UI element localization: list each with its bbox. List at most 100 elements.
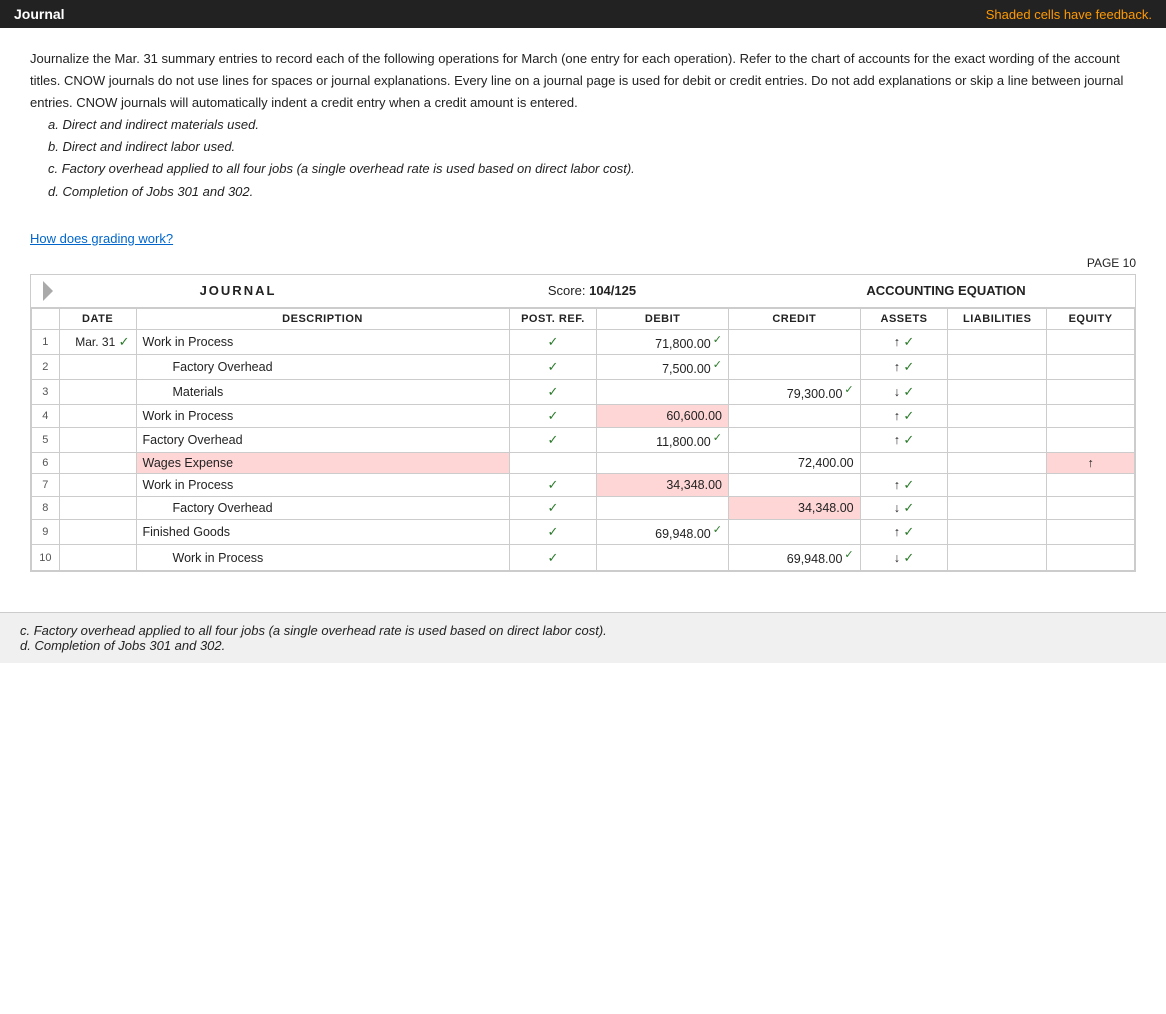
assets-check-icon: ✓ xyxy=(903,550,914,565)
table-row: 4Work in Process✓60,600.00↑ ✓ xyxy=(32,405,1135,428)
assets-arrow-icon: ↑ xyxy=(894,525,900,539)
assets-arrow-icon: ↓ xyxy=(894,501,900,515)
bottom-lines: c. Factory overhead applied to all four … xyxy=(20,623,1146,653)
row-assets: ↑ ✓ xyxy=(860,474,948,497)
journal-wrapper: JOURNAL Score: 104/125 ACCOUNTING EQUATI… xyxy=(30,274,1136,572)
row-description: Factory Overhead xyxy=(136,354,509,379)
assets-check-icon: ✓ xyxy=(903,359,914,374)
row-assets: ↓ ✓ xyxy=(860,497,948,520)
postref-check-icon: ✓ xyxy=(547,524,558,539)
row-number: 8 xyxy=(32,497,60,520)
assets-arrow-icon: ↑ xyxy=(894,409,900,423)
grading-link[interactable]: How does grading work? xyxy=(30,231,173,246)
debit-check-icon: ✓ xyxy=(713,359,722,371)
row-liabilities xyxy=(948,428,1047,453)
debit-check-icon: ✓ xyxy=(713,432,722,444)
bottom-line: c. Factory overhead applied to all four … xyxy=(20,623,1146,638)
assets-arrow-icon: ↑ xyxy=(894,478,900,492)
row-equity xyxy=(1047,329,1135,354)
row-credit xyxy=(728,354,860,379)
row-postref: ✓ xyxy=(509,428,597,453)
th-postref: POST. REF. xyxy=(509,308,597,329)
bottom-bar: c. Factory overhead applied to all four … xyxy=(0,612,1166,663)
assets-check-icon: ✓ xyxy=(903,384,914,399)
row-number: 10 xyxy=(32,545,60,570)
row-postref xyxy=(509,453,597,474)
row-postref: ✓ xyxy=(509,474,597,497)
row-date xyxy=(59,428,136,453)
assets-arrow-icon: ↓ xyxy=(894,551,900,565)
row-assets xyxy=(860,453,948,474)
row-credit: 79,300.00✓ xyxy=(728,379,860,404)
top-bar: Journal Shaded cells have feedback. xyxy=(0,0,1166,28)
row-equity xyxy=(1047,354,1135,379)
row-number: 3 xyxy=(32,379,60,404)
row-assets: ↓ ✓ xyxy=(860,379,948,404)
row-postref: ✓ xyxy=(509,545,597,570)
table-row: 5Factory Overhead✓11,800.00✓↑ ✓ xyxy=(32,428,1135,453)
instructions-block: Journalize the Mar. 31 summary entries t… xyxy=(30,48,1136,203)
row-number: 9 xyxy=(32,520,60,545)
row-liabilities xyxy=(948,474,1047,497)
row-debit: 60,600.00 xyxy=(597,405,729,428)
row-credit xyxy=(728,474,860,497)
date-check-icon: ✓ xyxy=(119,334,130,349)
assets-check-icon: ✓ xyxy=(903,432,914,447)
row-debit xyxy=(597,379,729,404)
table-row: 9Finished Goods✓69,948.00✓↑ ✓ xyxy=(32,520,1135,545)
bottom-line: d. Completion of Jobs 301 and 302. xyxy=(20,638,1146,653)
acct-eq-label: ACCOUNTING EQUATION xyxy=(769,283,1123,298)
row-debit: 7,500.00✓ xyxy=(597,354,729,379)
credit-check-icon: ✓ xyxy=(844,549,853,561)
journal-title: JOURNAL xyxy=(61,283,415,298)
row-debit: 11,800.00✓ xyxy=(597,428,729,453)
journal-table: DATE DESCRIPTION POST. REF. DEBIT CREDIT… xyxy=(31,308,1135,571)
row-debit xyxy=(597,497,729,520)
table-row: 7Work in Process✓34,348.00↑ ✓ xyxy=(32,474,1135,497)
row-liabilities xyxy=(948,453,1047,474)
row-liabilities xyxy=(948,545,1047,570)
journal-header: JOURNAL Score: 104/125 ACCOUNTING EQUATI… xyxy=(31,275,1135,308)
row-date xyxy=(59,405,136,428)
assets-arrow-icon: ↓ xyxy=(894,385,900,399)
row-credit xyxy=(728,405,860,428)
row-date xyxy=(59,379,136,404)
row-liabilities xyxy=(948,405,1047,428)
assets-check-icon: ✓ xyxy=(903,408,914,423)
row-number: 5 xyxy=(32,428,60,453)
row-postref: ✓ xyxy=(509,497,597,520)
row-number: 2 xyxy=(32,354,60,379)
table-row: 10Work in Process✓69,948.00✓↓ ✓ xyxy=(32,545,1135,570)
row-liabilities xyxy=(948,379,1047,404)
postref-check-icon: ✓ xyxy=(547,432,558,447)
row-postref: ✓ xyxy=(509,405,597,428)
row-postref: ✓ xyxy=(509,520,597,545)
row-date xyxy=(59,354,136,379)
th-description: DESCRIPTION xyxy=(136,308,509,329)
row-liabilities xyxy=(948,520,1047,545)
main-content: Journalize the Mar. 31 summary entries t… xyxy=(0,28,1166,612)
row-credit: 72,400.00 xyxy=(728,453,860,474)
row-description: Factory Overhead xyxy=(136,497,509,520)
row-date xyxy=(59,545,136,570)
row-equity xyxy=(1047,520,1135,545)
row-description: Factory Overhead xyxy=(136,428,509,453)
assets-check-icon: ✓ xyxy=(903,500,914,515)
instructions-main: Journalize the Mar. 31 summary entries t… xyxy=(30,48,1136,114)
table-row: 8Factory Overhead✓34,348.00↓ ✓ xyxy=(32,497,1135,520)
instruction-item: c. Factory overhead applied to all four … xyxy=(48,158,1136,180)
row-credit xyxy=(728,329,860,354)
row-assets: ↑ ✓ xyxy=(860,428,948,453)
th-equity: EQUITY xyxy=(1047,308,1135,329)
row-number: 4 xyxy=(32,405,60,428)
debit-check-icon: ✓ xyxy=(713,334,722,346)
row-description: Work in Process xyxy=(136,329,509,354)
score-display: Score: 104/125 xyxy=(415,283,769,298)
row-number: 7 xyxy=(32,474,60,497)
row-description: Work in Process xyxy=(136,405,509,428)
row-equity: ↑ xyxy=(1047,453,1135,474)
row-postref: ✓ xyxy=(509,354,597,379)
postref-check-icon: ✓ xyxy=(547,477,558,492)
row-liabilities xyxy=(948,329,1047,354)
row-equity xyxy=(1047,379,1135,404)
